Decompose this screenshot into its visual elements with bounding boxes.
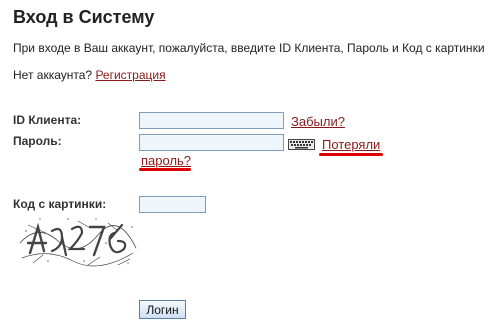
no-account-row: Нет аккаунта? Регистрация [13,68,166,82]
captcha-label: Код с картинки: [13,197,107,211]
highlight-underline [319,153,383,156]
login-button[interactable]: Логин [139,300,186,319]
client-id-input[interactable] [139,112,284,129]
password-input[interactable] [139,134,284,151]
password-label: Пароль: [13,134,62,148]
forgot-id-link[interactable]: Забыли? [291,114,345,129]
client-id-label: ID Клиента: [13,113,82,127]
register-link[interactable]: Регистрация [95,68,165,82]
no-account-text: Нет аккаунта? [13,68,93,82]
captcha-input[interactable] [139,196,206,213]
lost-password-link-line2[interactable]: пароль? [141,153,191,168]
lost-password-link-line1[interactable]: Потеряли [322,137,380,152]
captcha-image [18,213,138,270]
page-title: Вход в Систему [13,7,155,27]
keyboard-icon[interactable] [288,139,315,150]
highlight-underline [139,168,191,171]
intro-text: При входе в Ваш аккаунт, пожалуйста, вве… [13,41,485,55]
